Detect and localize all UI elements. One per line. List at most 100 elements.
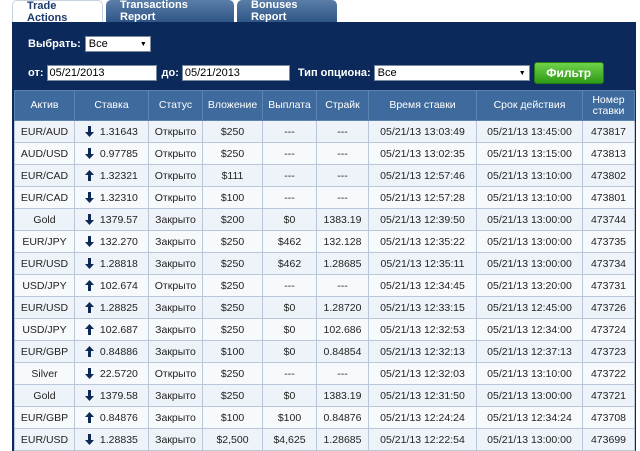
to-label: до: xyxy=(161,67,179,79)
cell-status: Закрыто xyxy=(148,208,203,231)
table-row[interactable]: EUR/GBP 0.84886 Закрыто $100 $0 0.84854 05/21… xyxy=(14,340,635,363)
cell-investment: $100 xyxy=(202,406,263,429)
table-row[interactable]: Gold 1379.57 Закрыто $200 $0 1383.19 05/21/13… xyxy=(14,208,635,231)
cell-rate: 102.674 xyxy=(74,274,149,297)
cell-asset: Silver xyxy=(14,362,75,385)
cell-expiry: 05/21/13 13:00:00 xyxy=(476,230,583,253)
col-strike[interactable]: Страйк xyxy=(316,90,369,121)
cell-bet-time: 05/21/13 12:34:45 xyxy=(368,274,477,297)
col-bet-time[interactable]: Время ставки xyxy=(368,90,477,121)
from-date-input[interactable]: 05/21/2013 xyxy=(46,65,157,81)
option-type-dropdown[interactable]: Все ▼ xyxy=(373,65,530,81)
arrow-down-icon xyxy=(85,390,97,402)
table-row[interactable]: EUR/CAD 1.32321 Открыто $111 --- --- 05/21/13… xyxy=(14,164,635,187)
cell-bet-time: 05/21/13 12:35:11 xyxy=(368,252,477,275)
cell-expiry: 05/21/13 13:00:00 xyxy=(476,428,583,451)
cell-strike: 102.686 xyxy=(316,318,369,341)
cell-asset: EUR/GBP xyxy=(14,406,75,429)
arrow-up-icon xyxy=(85,302,97,314)
table-row[interactable]: EUR/JPY 132.270 Закрыто $250 $462 132.128 05/… xyxy=(14,230,635,253)
tab-bonuses-report[interactable]: Bonuses Report xyxy=(237,0,337,23)
chevron-down-icon: ▼ xyxy=(518,69,526,77)
cell-asset: EUR/CAD xyxy=(14,186,75,209)
cell-expiry: 05/21/13 13:15:00 xyxy=(476,142,583,165)
cell-rate: 1.32310 xyxy=(74,186,149,209)
cell-rate: 1379.57 xyxy=(74,208,149,231)
col-investment[interactable]: Вложение xyxy=(202,90,263,121)
cell-rate: 1379.58 xyxy=(74,384,149,407)
col-expiry[interactable]: Срок действия xyxy=(476,90,583,121)
arrow-up-icon xyxy=(85,280,97,292)
cell-bet-time: 05/21/13 13:02:35 xyxy=(368,142,477,165)
arrow-up-icon xyxy=(85,324,97,336)
arrow-up-icon xyxy=(85,346,97,358)
select-filter-row: Выбрать: Все ▼ xyxy=(28,36,151,52)
cell-strike: 1.28685 xyxy=(316,252,369,275)
cell-asset: USD/JPY xyxy=(14,274,75,297)
cell-rate: 102.687 xyxy=(74,318,149,341)
cell-bet-time: 05/21/13 12:24:24 xyxy=(368,406,477,429)
filter-button[interactable]: Фильтр xyxy=(533,62,604,84)
table-row[interactable]: Silver 22.5720 Открыто $250 --- --- 05/21/13 … xyxy=(14,362,635,385)
cell-payout: $4,625 xyxy=(262,428,317,451)
table-row[interactable]: USD/JPY 102.687 Закрыто $250 $0 102.686 05/21… xyxy=(14,318,635,341)
cell-strike: --- xyxy=(316,120,369,143)
rate-value: 1.28818 xyxy=(99,257,138,270)
cell-status: Открыто xyxy=(148,362,203,385)
cell-bet-time: 05/21/13 12:57:46 xyxy=(368,164,477,187)
cell-expiry: 05/21/13 12:34:00 xyxy=(476,318,583,341)
cell-bet-number: 473744 xyxy=(582,208,635,231)
rate-value: 1.32321 xyxy=(99,169,138,182)
arrow-down-icon xyxy=(85,126,97,138)
cell-expiry: 05/21/13 13:00:00 xyxy=(476,208,583,231)
cell-expiry: 05/21/13 13:20:00 xyxy=(476,274,583,297)
table-row[interactable]: EUR/USD 1.28825 Закрыто $250 $0 1.28720 05/21… xyxy=(14,296,635,319)
to-date-input[interactable]: 05/21/2013 xyxy=(181,65,290,81)
cell-bet-number: 473722 xyxy=(582,362,635,385)
cell-bet-time: 05/21/13 12:33:15 xyxy=(368,296,477,319)
rate-value: 102.674 xyxy=(99,279,138,292)
col-bet-number[interactable]: Номер ставки xyxy=(582,90,635,121)
rate-value: 102.687 xyxy=(99,323,138,336)
cell-asset: EUR/USD xyxy=(14,296,75,319)
tab-transactions-report[interactable]: Transactions Report xyxy=(106,0,234,23)
rate-value: 1.28825 xyxy=(99,301,138,314)
select-label: Выбрать: xyxy=(28,38,81,50)
select-dropdown[interactable]: Все ▼ xyxy=(84,36,151,52)
cell-bet-time: 05/21/13 12:32:53 xyxy=(368,318,477,341)
cell-status: Открыто xyxy=(148,274,203,297)
table-row[interactable]: EUR/GBP 0.84876 Закрыто $100 $100 0.84876 05/… xyxy=(14,406,635,429)
cell-bet-number: 473731 xyxy=(582,274,635,297)
col-payout[interactable]: Выплата xyxy=(262,90,317,121)
cell-status: Закрыто xyxy=(148,384,203,407)
arrow-down-icon xyxy=(85,148,97,160)
cell-status: Закрыто xyxy=(148,318,203,341)
cell-asset: EUR/USD xyxy=(14,428,75,451)
rate-value: 132.270 xyxy=(99,235,138,248)
cell-status: Открыто xyxy=(148,120,203,143)
table-row[interactable]: EUR/AUD 1.31643 Открыто $250 --- --- 05/21/13… xyxy=(14,120,635,143)
cell-rate: 22.5720 xyxy=(74,362,149,385)
tab-trade-actions[interactable]: Trade Actions xyxy=(12,0,103,24)
cell-investment: $250 xyxy=(202,318,263,341)
table-row[interactable]: EUR/USD 1.28835 Закрыто $2,500 $4,625 1.2868… xyxy=(14,428,635,451)
cell-strike: 0.84854 xyxy=(316,340,369,363)
table-row[interactable]: AUD/USD 0.97785 Открыто $250 --- --- 05/21/13… xyxy=(14,142,635,165)
cell-bet-number: 473813 xyxy=(582,142,635,165)
table-row[interactable]: USD/JPY 102.674 Открыто $250 --- --- 05/21/13… xyxy=(14,274,635,297)
option-type-label: Тип опциона: xyxy=(297,67,371,79)
cell-bet-time: 05/21/13 12:39:50 xyxy=(368,208,477,231)
table-row[interactable]: EUR/USD 1.28818 Закрыто $250 $462 1.28685 05/… xyxy=(14,252,635,275)
cell-investment: $250 xyxy=(202,142,263,165)
cell-bet-time: 05/21/13 13:03:49 xyxy=(368,120,477,143)
col-rate[interactable]: Ставка xyxy=(74,90,149,121)
col-status[interactable]: Статус xyxy=(148,90,203,121)
option-type-value: Все xyxy=(377,67,397,79)
cell-asset: Gold xyxy=(14,384,75,407)
cell-investment: $200 xyxy=(202,208,263,231)
table-row[interactable]: EUR/CAD 1.32310 Открыто $100 --- --- 05/21/13… xyxy=(14,186,635,209)
col-asset[interactable]: Актив xyxy=(14,90,75,121)
cell-payout: $0 xyxy=(262,208,317,231)
cell-expiry: 05/21/13 13:10:00 xyxy=(476,362,583,385)
table-row[interactable]: Gold 1379.58 Закрыто $250 $0 1383.19 05/21/13… xyxy=(14,384,635,407)
